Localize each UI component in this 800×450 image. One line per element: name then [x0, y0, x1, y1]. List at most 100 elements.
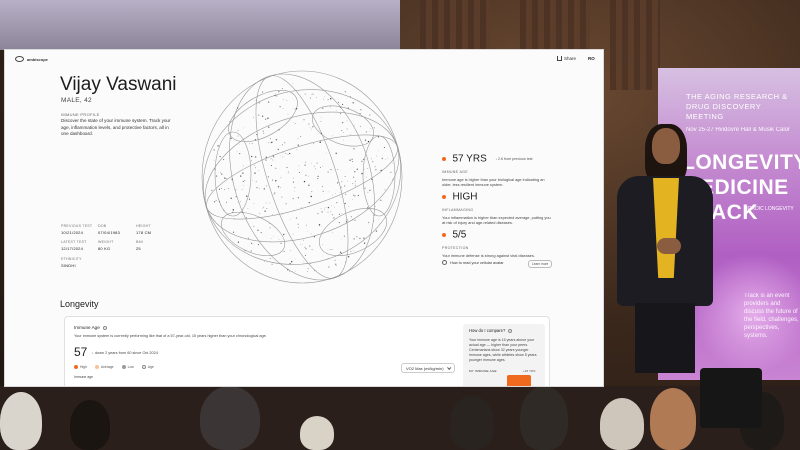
inflammaging-label: INFLAMMAGING — [442, 208, 474, 212]
audience-head — [520, 386, 568, 450]
stage-monitor — [700, 368, 762, 428]
share-button[interactable]: Share — [557, 56, 576, 61]
logo-text: ambiscope — [27, 56, 48, 62]
card-title: Immune Age — [74, 325, 108, 330]
patient-name: Vijay Vaswani — [60, 74, 177, 95]
patient-sex-age: MALE, 42 — [61, 97, 92, 104]
audience-head — [0, 392, 42, 450]
speaker-figure — [605, 124, 720, 373]
legend-dot — [121, 365, 126, 369]
metric-immune-age: 57 YRS ↓ 2.6 from previous test IMMUNE A… — [442, 150, 552, 188]
audience-head — [450, 396, 494, 450]
projected-dashboard: ambiscope Share RO Vijay Vaswani MALE, 4… — [5, 50, 603, 386]
speaker-hands — [657, 238, 681, 254]
legend-label: Low — [127, 365, 134, 369]
stat-ethnicity: ETHNICITY SINDHI — [61, 257, 82, 268]
audience-head — [200, 386, 260, 450]
immune-age-delta: ↓ 2.6 from previous test — [495, 156, 533, 161]
card-description: Your immune system is currently performi… — [74, 334, 267, 338]
stat-dob: DOB 07/04/1983 — [98, 224, 120, 235]
compare-tag: MY IMMUNE AGE — [469, 369, 497, 373]
learn-more-button[interactable]: Learn more — [528, 260, 553, 268]
legend-label: Average — [100, 365, 114, 369]
logo-icon — [15, 56, 24, 62]
stat-previous-test: PREVIOUS TEST 10/21/2024 — [61, 224, 92, 235]
speaker-legs — [635, 303, 695, 373]
inflammaging-description: Your inflammation is higher than expecte… — [442, 215, 551, 226]
card-delta: ↓ down 2 years from 60 since Oct 2024 — [92, 351, 158, 355]
stat-label: BMI — [136, 240, 143, 244]
banner-event-name: THE AGING RESEARCH & DRUG DISCOVERY MEET… — [686, 92, 788, 121]
audience-head — [300, 416, 334, 450]
immune-age-delta-text: 2.6 from previous test — [498, 156, 533, 161]
compare-panel: How do I compare? Your immune age is 15 … — [463, 324, 545, 386]
wood-carving — [610, 0, 660, 90]
legend-dot — [141, 365, 146, 369]
stat-value: 80 KG — [98, 245, 111, 251]
chevron-down-icon — [446, 365, 451, 370]
audience-head — [70, 400, 110, 450]
share-icon — [557, 56, 562, 61]
compare-title-text: How do I compare? — [469, 328, 506, 333]
info-icon[interactable] — [103, 325, 108, 330]
immune-age-description: Immune age is higher than your biologica… — [442, 177, 545, 188]
my-immune-age-bar — [507, 375, 531, 386]
speaker-head — [652, 128, 680, 164]
legend-average: Average — [94, 365, 114, 369]
legend-age: Age — [141, 365, 154, 369]
immune-profile-description: Discover the state of your immune system… — [61, 118, 171, 137]
app-logo[interactable]: ambiscope — [15, 56, 48, 62]
card-chart-tag: Immune age — [74, 375, 93, 379]
stat-label: LATEST TEST — [61, 240, 87, 244]
compare-number: +15 YRS — [523, 369, 536, 373]
longevity-section-title: Longevity — [60, 299, 99, 309]
stat-bmi: BMI 25 — [136, 240, 143, 251]
legend-dot — [74, 365, 78, 369]
stat-value: 10/21/2024 — [61, 229, 84, 235]
info-icon[interactable] — [508, 328, 513, 333]
stat-weight: WEIGHT 80 KG — [98, 240, 114, 251]
stat-label: HEIGHT — [136, 224, 151, 228]
audience-head — [650, 388, 696, 450]
metric-dropdown-value: VO2 Max (ml/kg/min) — [406, 365, 444, 371]
globe-wireframe — [201, 70, 403, 284]
legend-label: Age — [147, 365, 154, 369]
stat-value: 07/04/1983 — [98, 229, 121, 235]
orange-dot-icon — [442, 156, 446, 161]
stat-value: 178 CM — [136, 229, 152, 235]
chart-legend: High Average Low Age — [74, 365, 154, 369]
metric-protection: 5/5 PROTECTION Your immune defense is st… — [442, 226, 552, 258]
compare-description: Your immune age is 15 years above your a… — [469, 338, 537, 362]
inflammaging-value: HIGH — [452, 191, 478, 203]
banner-sponsor: NORDIC LONGEVITY — [744, 206, 794, 212]
metric-dropdown[interactable]: VO2 Max (ml/kg/min) — [401, 363, 455, 373]
stat-latest-test: LATEST TEST 12/17/2024 — [61, 240, 87, 251]
stat-label: ETHNICITY — [61, 257, 82, 261]
user-avatar[interactable]: RO — [588, 56, 595, 61]
stat-value: 12/17/2024 — [61, 245, 84, 251]
stat-label: DOB — [98, 224, 107, 228]
immune-profile-title: IMMUNE PROFILE — [61, 112, 100, 117]
card-immune-age-value: 57 — [74, 345, 88, 359]
immune-age-label: IMMUNE AGE — [442, 170, 468, 174]
protection-label: PROTECTION — [442, 246, 469, 250]
globe-cells — [211, 83, 394, 273]
audience — [0, 386, 800, 450]
immune-age-card: Immune Age Your immune system is current… — [64, 316, 550, 386]
cellular-avatar-globe[interactable] — [193, 64, 411, 290]
stat-value: SINDHI — [61, 262, 76, 268]
legend-label: High — [80, 365, 87, 369]
card-title-text: Immune Age — [74, 325, 100, 330]
legend-low: Low — [121, 365, 134, 369]
avatar-help-icon — [442, 260, 447, 265]
orange-dot-icon — [442, 194, 446, 199]
cellular-avatar-help-link[interactable]: How to read your cellular avatar — [442, 260, 504, 265]
avatar-help-text: How to read your cellular avatar — [450, 260, 504, 265]
stat-label: WEIGHT — [98, 240, 114, 244]
card-delta-text: down 2 years from 60 since Oct 2024 — [94, 351, 158, 355]
orange-dot-icon — [442, 232, 446, 237]
legend-dot — [94, 365, 99, 369]
background-projection-edge — [0, 0, 400, 50]
stat-height: HEIGHT 178 CM — [136, 224, 151, 235]
banner-text: Track is an event providers and discuss … — [744, 293, 799, 339]
